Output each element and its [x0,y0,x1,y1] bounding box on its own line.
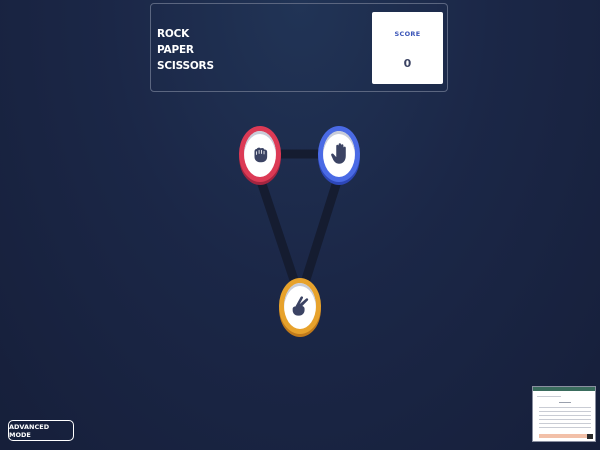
thumbnail-line [539,411,591,412]
thumbnail-line [539,419,591,420]
paper-token-face [323,131,355,177]
paper-hand-icon [331,143,346,164]
scissors-token-face [284,283,316,329]
rock-token-face [244,131,276,177]
connector-rock-scissors [253,170,303,294]
connector-paper-scissors [297,170,345,294]
thumbnail-line [537,396,561,397]
scissors-button[interactable] [279,278,321,334]
paper-button[interactable] [318,126,360,182]
scissors-hand-icon [292,296,309,316]
preview-thumbnail[interactable] [532,386,596,442]
thumbnail-corner-badge [587,434,593,439]
thumbnail-line [539,407,591,408]
thumbnail-line [539,427,591,428]
thumbnail-header-bar [533,387,595,391]
advanced-mode-button[interactable]: ADVANCED MODE [8,420,74,441]
thumbnail-line [559,402,571,403]
rock-fist-icon [254,147,268,163]
thumbnail-footer [539,434,589,438]
thumbnail-line [539,415,591,416]
triangle-board [253,149,345,294]
thumbnail-line [539,423,591,424]
rock-button[interactable] [239,126,281,182]
